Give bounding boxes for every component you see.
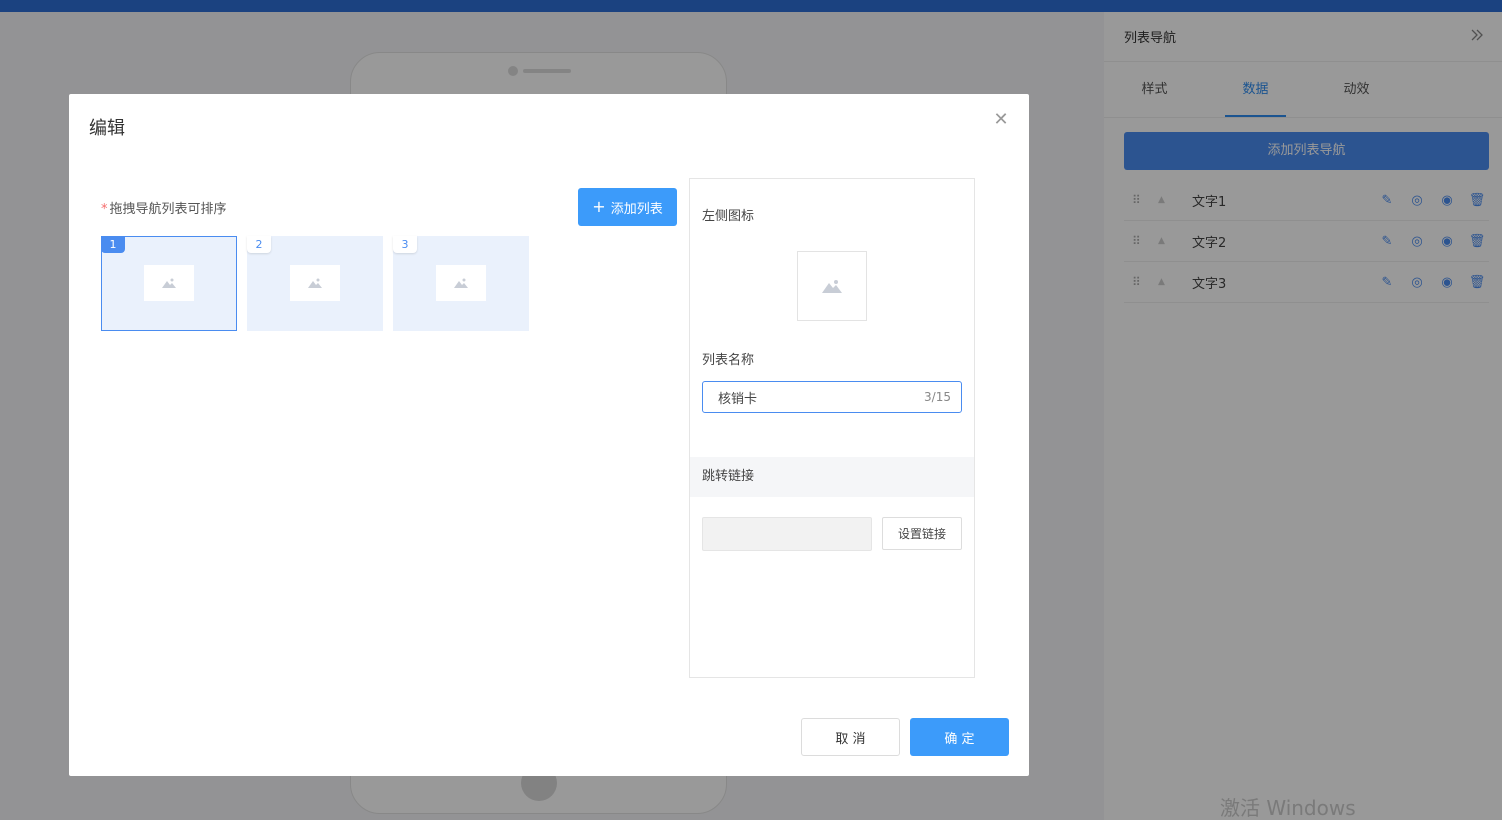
left-icon-upload[interactable] [797,251,867,321]
set-link-button[interactable]: 设置链接 [882,517,962,550]
nav-thumbnail[interactable]: 3 [393,236,529,331]
edit-dialog: 编辑 ✕ * 拖拽导航列表可排序 + 添加列表 1 2 3 左侧图标 列表名称 … [69,94,1029,776]
jump-link-section: 跳转链接 [690,457,974,497]
image-placeholder-icon [436,265,486,301]
nav-thumbnail[interactable]: 2 [247,236,383,331]
list-name-value: 核销卡 [718,391,758,407]
plus-icon: + [592,197,606,216]
list-name-label: 列表名称 [702,353,755,368]
required-mark: * [101,202,108,217]
add-list-label: 添加列表 [610,201,663,217]
thumbnail-index: 3 [393,236,417,253]
cancel-button[interactable]: 取 消 [801,718,900,756]
char-counter: 3/15 [924,390,951,404]
list-name-input[interactable]: 核销卡 3/15 [702,381,962,413]
left-icon-label: 左侧图标 [702,209,755,224]
thumbnail-index: 2 [247,236,271,253]
close-icon[interactable]: ✕ [991,110,1011,130]
sort-hint: * 拖拽导航列表可排序 [101,198,227,217]
item-form: 左侧图标 列表名称 核销卡 3/15 跳转链接 设置链接 [689,178,975,678]
dialog-title: 编辑 [89,118,125,139]
sort-hint-text: 拖拽导航列表可排序 [109,202,227,217]
confirm-button[interactable]: 确 定 [910,718,1009,756]
nav-thumbnail-list: 1 2 3 [101,236,529,331]
thumbnail-index: 1 [101,236,125,253]
image-placeholder-icon [290,265,340,301]
link-display-field [702,517,872,551]
nav-thumbnail[interactable]: 1 [101,236,237,331]
add-list-button[interactable]: + 添加列表 [578,188,677,226]
image-placeholder-icon [144,265,194,301]
image-placeholder-icon [822,280,842,293]
